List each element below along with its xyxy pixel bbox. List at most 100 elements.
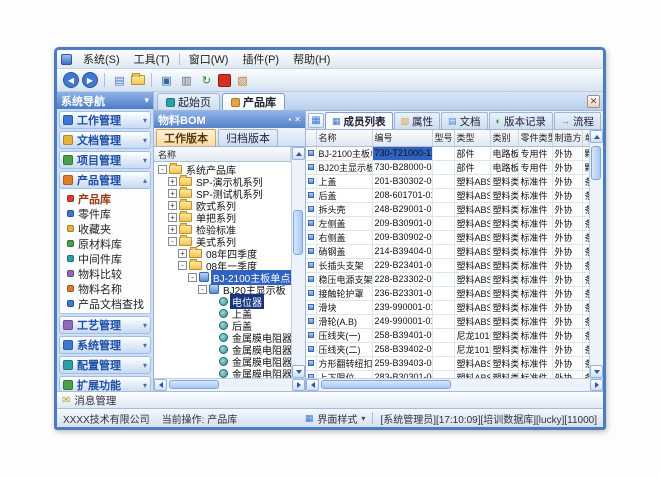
sidebar-item-2[interactable]: 收藏夹 [60, 221, 150, 236]
scroll-thumb[interactable] [169, 380, 219, 389]
scroll-left-button[interactable] [306, 379, 319, 391]
table-cell[interactable]: 条 [582, 314, 589, 328]
collapse-icon[interactable]: - [178, 261, 187, 270]
table-row[interactable]: 上下限位283-B30301-00X塑料ABS塑料类标准件外协条 [306, 370, 589, 378]
table-cell[interactable]: 标准件 [518, 272, 552, 286]
chevron-down-icon[interactable]: ▾ [143, 341, 147, 350]
expand-icon[interactable]: + [178, 249, 187, 258]
table-cell[interactable] [432, 328, 454, 342]
table-cell[interactable]: 尼龙1010 [454, 342, 490, 356]
scroll-thumb[interactable] [293, 210, 303, 255]
menu-item-0[interactable]: 系统(S) [76, 50, 127, 68]
table-cell[interactable]: 塑料ABS [454, 230, 490, 244]
table-scrollbar-vertical[interactable] [589, 130, 603, 378]
table-cell[interactable]: 条 [582, 286, 589, 300]
table-cell[interactable]: 标准件 [518, 342, 552, 356]
table-cell[interactable]: 压线夹(二) [316, 342, 372, 356]
column-header-5[interactable]: 零件类型 [518, 130, 552, 146]
table-cell[interactable] [432, 244, 454, 258]
table-cell[interactable]: 塑料类 [490, 244, 518, 258]
table-cell[interactable]: 外协 [552, 286, 582, 300]
table-cell[interactable]: 右侧盖 [316, 230, 372, 244]
sidebar-group-header-5[interactable]: 系统管理▾ [59, 336, 151, 354]
expand-icon[interactable]: + [168, 213, 177, 222]
table-row[interactable]: 稳压电源支架228-B23302-00X塑料ABS塑料类标准件外协条 [306, 272, 589, 286]
table-cell[interactable]: 249-990001-01X [372, 314, 432, 328]
table-cell[interactable]: 209-B30901-00X [372, 216, 432, 230]
scroll-right-button[interactable] [590, 379, 603, 391]
sidebar-group-header-6[interactable]: 配置管理▾ [59, 356, 151, 374]
table-cell[interactable]: 方形翻转纽扣 [316, 356, 372, 370]
table-row[interactable]: 方形翻转纽扣259-B39403-00X塑料ABS塑料类标准件外协条 [306, 356, 589, 370]
member-tab-0[interactable]: ▦成员列表 [325, 112, 393, 129]
table-cell[interactable]: 塑料ABS [454, 202, 490, 216]
column-header-7[interactable]: 单位 [582, 130, 589, 146]
table-cell[interactable]: 条 [582, 258, 589, 272]
table-cell[interactable] [432, 258, 454, 272]
table-cell[interactable]: 滑块 [316, 300, 372, 314]
sidebar-group-header-7[interactable]: 扩展功能▾ [59, 376, 151, 391]
view-list-icon[interactable]: ▤ [111, 72, 128, 89]
table-cell[interactable]: 塑料ABS [454, 314, 490, 328]
table-cell[interactable]: 外协 [552, 272, 582, 286]
table-cell[interactable]: BJ-2100主板单点 [316, 146, 372, 160]
table-cell[interactable]: 接触轮护罩 [316, 286, 372, 300]
expand-icon[interactable]: + [168, 189, 177, 198]
bom-pin-icon[interactable]: ▪ [288, 115, 291, 124]
document-tab-0[interactable]: 起始页 [157, 93, 220, 110]
sidebar-group-header-2[interactable]: 项目管理▾ [59, 151, 151, 169]
tree-item[interactable]: -BJ20主显示板 [154, 283, 291, 295]
table-row[interactable]: BJ-2100主板单点730-T21000-12X部件电路板专用件外协颗 [306, 146, 589, 160]
table-cell[interactable]: 外协 [552, 356, 582, 370]
nav-forward-icon[interactable]: ▶ [82, 72, 98, 88]
table-cell[interactable]: 尼龙1010 [454, 328, 490, 342]
table-cell[interactable]: 外协 [552, 370, 582, 378]
table-cell[interactable]: 颗 [582, 146, 589, 160]
table-cell[interactable] [432, 370, 454, 378]
tree-item[interactable]: 上盖 [154, 307, 291, 319]
scroll-up-button[interactable] [292, 147, 305, 160]
table-cell[interactable]: 塑料类 [490, 342, 518, 356]
member-tab-2[interactable]: ▤文档 [441, 112, 488, 129]
table-row[interactable]: 硝钢盖214-B39404-01X塑料ABS塑料类标准件外协条 [306, 244, 589, 258]
table-cell[interactable]: 外协 [552, 314, 582, 328]
table-cell[interactable]: 颗 [582, 160, 589, 174]
table-cell[interactable]: 730-T21000-12X [372, 146, 432, 160]
tree-item[interactable]: 电位器 [154, 295, 291, 307]
sidebar-item-5[interactable]: 物料比较 [60, 266, 150, 281]
table-cell[interactable]: 201-B30302-00X [372, 174, 432, 188]
table-cell[interactable]: 外协 [552, 244, 582, 258]
table-cell[interactable]: 标准件 [518, 328, 552, 342]
collapse-icon[interactable]: - [198, 285, 207, 294]
log-icon[interactable]: ▧ [234, 72, 251, 89]
save-icon[interactable]: ▣ [158, 72, 175, 89]
table-cell[interactable]: 标准件 [518, 286, 552, 300]
table-cell[interactable]: 条 [582, 244, 589, 258]
table-cell[interactable]: 外协 [552, 174, 582, 188]
table-cell[interactable]: 239-990001-01X [372, 300, 432, 314]
table-row[interactable]: BJ20主显示板730-B28000-04X部件电路板专用件外协颗 [306, 160, 589, 174]
column-header-4[interactable]: 类别 [490, 130, 518, 146]
chevron-down-icon[interactable]: ▾ [143, 361, 147, 370]
table-cell[interactable]: 258-B39401-00X [372, 328, 432, 342]
table-cell[interactable]: 电路板 [490, 146, 518, 160]
table-cell[interactable] [432, 286, 454, 300]
table-cell[interactable]: 条 [582, 370, 589, 378]
chevron-down-icon[interactable]: ▾ [143, 321, 147, 330]
table-cell[interactable]: 上下限位 [316, 370, 372, 378]
table-cell[interactable]: 标准件 [518, 370, 552, 378]
table-cell[interactable]: 塑料ABS [454, 286, 490, 300]
table-cell[interactable]: 拆头壳 [316, 202, 372, 216]
table-cell[interactable]: 外协 [552, 230, 582, 244]
table-cell[interactable]: 229-B23401-00X [372, 258, 432, 272]
menu-item-1[interactable]: 工具(T) [127, 50, 177, 68]
table-cell[interactable]: 209-B30902-00X [372, 230, 432, 244]
table-cell[interactable]: 外协 [552, 188, 582, 202]
table-cell[interactable]: 压线夹(一) [316, 328, 372, 342]
scroll-thumb[interactable] [321, 380, 451, 389]
table-row[interactable]: 压线夹(二)258-B39402-00X尼龙1010塑料类标准件外协条 [306, 342, 589, 356]
table-cell[interactable]: 外协 [552, 328, 582, 342]
table-scrollbar-horizontal[interactable] [306, 378, 603, 391]
table-cell[interactable]: 条 [582, 342, 589, 356]
collapse-icon[interactable]: - [188, 273, 197, 282]
